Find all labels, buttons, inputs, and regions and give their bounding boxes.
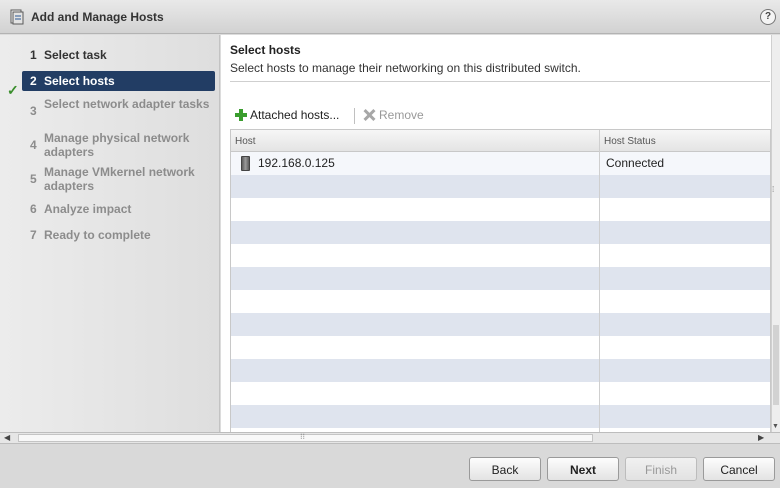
column-header-host[interactable]: Host bbox=[235, 136, 256, 147]
step-select-hosts[interactable]: 2 Select hosts bbox=[22, 71, 215, 91]
scroll-thumb[interactable] bbox=[773, 325, 779, 405]
empty-row bbox=[231, 336, 770, 359]
attached-hosts-button[interactable]: Attached hosts... bbox=[235, 105, 339, 125]
completed-check-icon: ✓ bbox=[7, 82, 19, 98]
host-status: Connected bbox=[606, 156, 665, 170]
step-label: Ready to complete bbox=[44, 228, 151, 242]
back-button[interactable]: Back bbox=[469, 457, 541, 481]
add-icon bbox=[235, 109, 247, 121]
main-panel: Select hosts Select hosts to manage thei… bbox=[221, 35, 780, 432]
toolbar-separator bbox=[354, 108, 355, 124]
table-row[interactable]: 192.168.0.125 Connected bbox=[231, 152, 770, 175]
step-manage-vmkernel-network-adapters: 5 Manage VMkernel network adapters bbox=[30, 165, 195, 193]
distributed-switch-icon bbox=[10, 9, 24, 25]
table-header: Host Host Status bbox=[231, 130, 770, 152]
title-bar: Add and Manage Hosts ? bbox=[0, 0, 780, 34]
add-manage-hosts-dialog: Add and Manage Hosts ? ✓ 1 Select task 2… bbox=[0, 0, 780, 488]
remove-button[interactable]: Remove bbox=[363, 105, 424, 125]
step-label: Select hosts bbox=[44, 74, 115, 88]
step-label: Analyze impact bbox=[44, 202, 132, 216]
grip-icon: ⁝⁝ bbox=[300, 432, 306, 441]
next-button[interactable]: Next bbox=[547, 457, 619, 481]
page-title: Select hosts bbox=[230, 43, 301, 57]
scroll-down-arrow-icon[interactable]: ▼ bbox=[772, 423, 779, 430]
help-icon[interactable]: ? bbox=[760, 9, 776, 25]
empty-row bbox=[231, 313, 770, 336]
dialog-footer: Back Next Finish Cancel bbox=[0, 444, 780, 488]
horizontal-scrollbar[interactable]: ◀ ⁝⁝ ▶ bbox=[0, 432, 780, 444]
empty-row bbox=[231, 244, 770, 267]
empty-row bbox=[231, 290, 770, 313]
step-label: Manage physical network adapters bbox=[44, 131, 190, 159]
empty-row bbox=[231, 405, 770, 428]
empty-row bbox=[231, 267, 770, 290]
step-label: Select network adapter tasks bbox=[44, 97, 210, 111]
empty-row bbox=[231, 175, 770, 198]
step-label: Manage VMkernel network adapters bbox=[44, 165, 195, 193]
wizard-steps: ✓ 1 Select task 2 Select hosts 3 Select … bbox=[0, 35, 220, 432]
scroll-right-arrow-icon[interactable]: ▶ bbox=[758, 433, 764, 443]
dialog-title: Add and Manage Hosts bbox=[31, 10, 164, 24]
finish-button: Finish bbox=[625, 457, 697, 481]
host-server-icon bbox=[241, 156, 250, 171]
divider bbox=[230, 81, 770, 82]
remove-x-icon bbox=[363, 109, 375, 121]
step-manage-physical-network-adapters: 4 Manage physical network adapters bbox=[30, 131, 190, 159]
step-select-network-adapter-tasks: 3 Select network adapter tasks bbox=[30, 97, 210, 118]
empty-row bbox=[231, 382, 770, 405]
step-ready-to-complete: 7 Ready to complete bbox=[30, 228, 151, 242]
empty-row bbox=[231, 359, 770, 382]
host-address: 192.168.0.125 bbox=[258, 156, 335, 170]
empty-row bbox=[231, 198, 770, 221]
step-label: Select task bbox=[44, 48, 107, 62]
grip-icon: ⁞ bbox=[772, 185, 775, 194]
vertical-scrollbar[interactable]: ⁞ ▼ bbox=[771, 35, 780, 432]
page-description: Select hosts to manage their networking … bbox=[230, 61, 581, 75]
scroll-thumb[interactable] bbox=[18, 434, 593, 442]
column-header-host-status[interactable]: Host Status bbox=[604, 136, 656, 147]
column-separator[interactable] bbox=[599, 130, 600, 432]
scroll-left-arrow-icon[interactable]: ◀ bbox=[4, 433, 10, 443]
empty-row bbox=[231, 221, 770, 244]
step-analyze-impact: 6 Analyze impact bbox=[30, 202, 132, 216]
hosts-table: Host Host Status 192.168.0.125 Connected bbox=[230, 129, 771, 432]
cancel-button[interactable]: Cancel bbox=[703, 457, 775, 481]
step-select-task[interactable]: 1 Select task bbox=[22, 48, 215, 62]
